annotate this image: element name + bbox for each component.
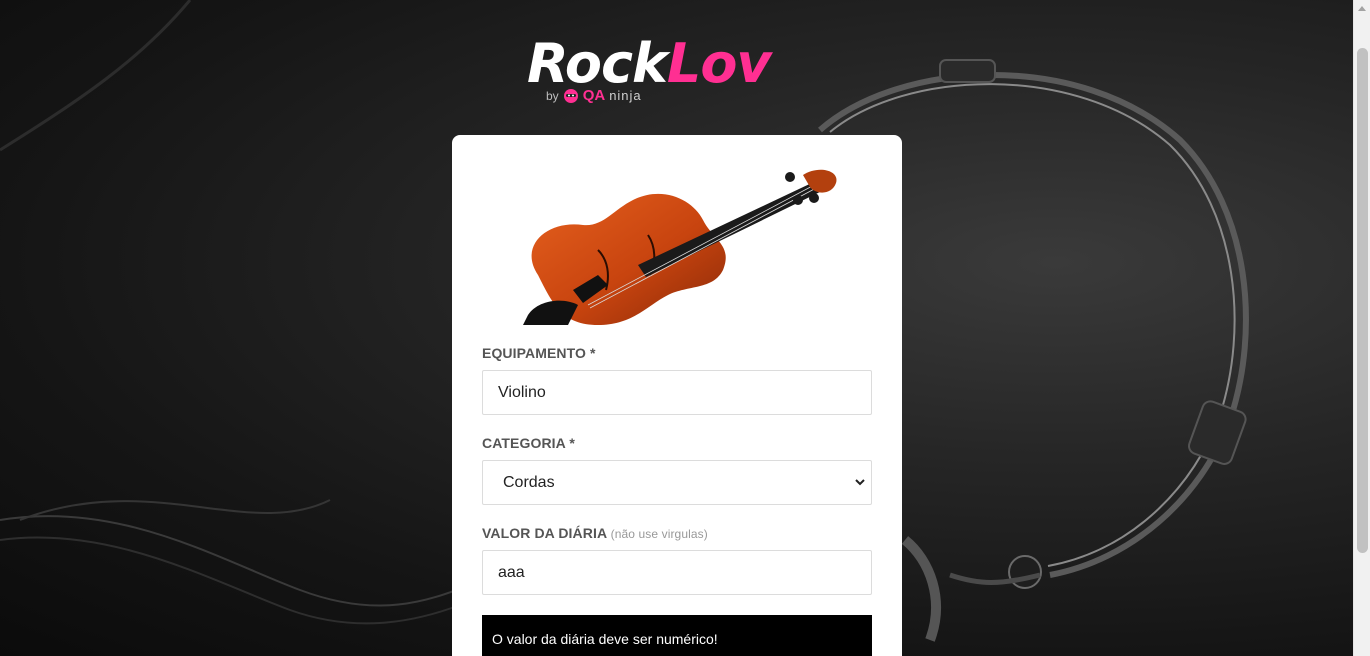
violin-thumbnail[interactable] [518, 165, 838, 325]
equipment-form-card: EQUIPAMENTO * Violino CATEGORIA * Cordas… [452, 135, 902, 656]
category-label: CATEGORIA * [482, 435, 575, 451]
logo-ninja-text: ninja [609, 88, 642, 103]
equipment-input-value: Violino [498, 384, 546, 401]
qaninja-logo-icon [563, 88, 579, 104]
scrollbar-thumb[interactable] [1357, 48, 1368, 553]
price-label-text: VALOR DA DIÁRIA [482, 525, 607, 541]
rocklov-logo: RockLov by QA ninja [527, 36, 837, 108]
vertical-scrollbar[interactable] [1353, 0, 1370, 656]
logo-byline: by QA ninja [546, 87, 642, 104]
category-select[interactable]: Cordas [482, 460, 872, 505]
price-label: VALOR DA DIÁRIA (não use virgulas) [482, 525, 708, 541]
logo-lov-text: Lov [666, 32, 772, 95]
logo-by-text: by [546, 88, 559, 103]
chevron-down-icon [855, 479, 865, 486]
scroll-up-arrow-icon[interactable] [1354, 0, 1370, 17]
equipment-label: EQUIPAMENTO * [482, 345, 596, 361]
price-hint: (não use virgulas) [610, 527, 708, 541]
error-alert: O valor da diária deve ser numérico! [482, 615, 872, 656]
category-select-value: Cordas [503, 474, 555, 491]
price-input[interactable]: aaa [482, 550, 872, 595]
price-input-value: aaa [498, 564, 525, 581]
logo-qa-text: QA [582, 87, 606, 104]
logo-rock-text: Rock [527, 32, 668, 95]
equipment-input[interactable]: Violino [482, 370, 872, 415]
